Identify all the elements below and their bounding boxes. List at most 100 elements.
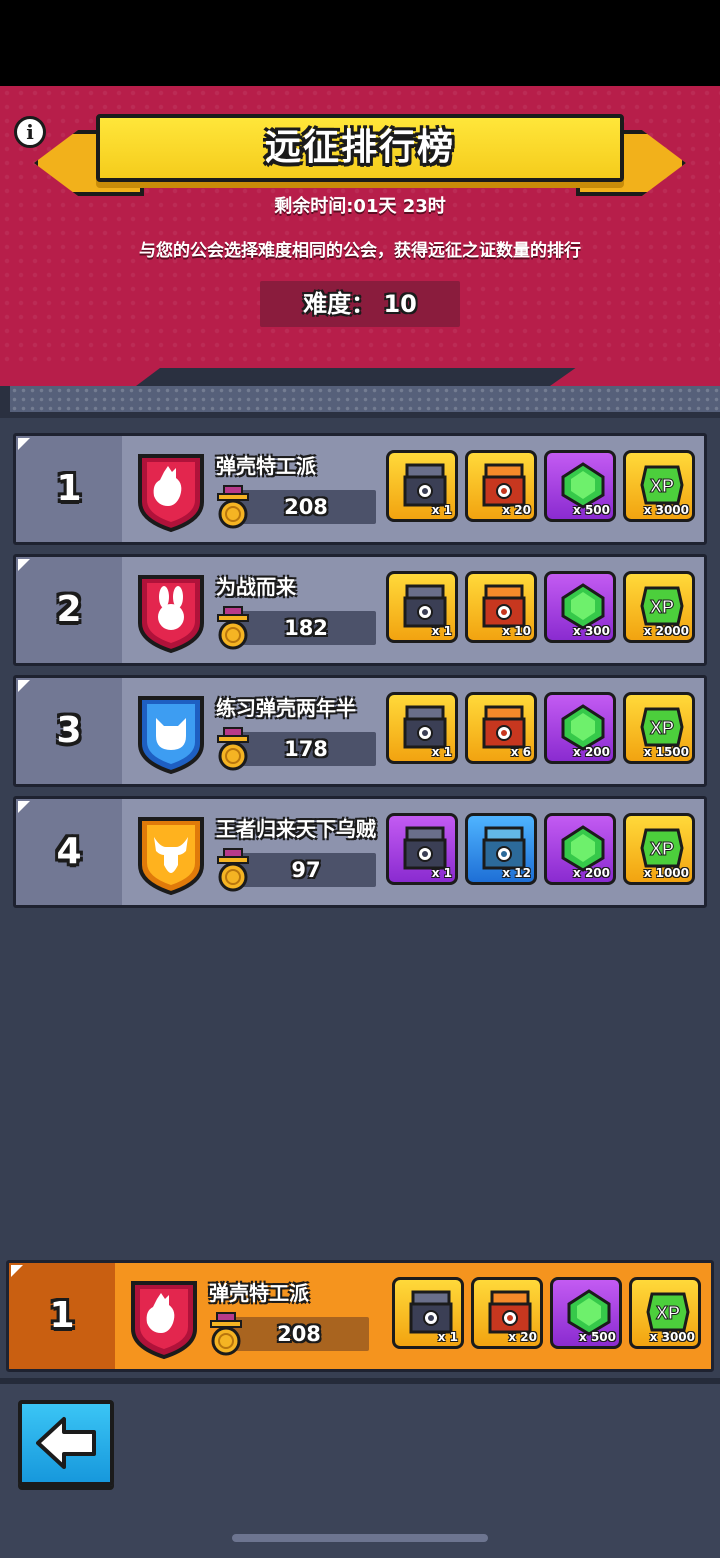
svg-text:XP: XP [656,1303,680,1323]
rank-number: 1 [49,1295,75,1336]
reward-silver-chest[interactable]: x 1 [386,692,458,764]
bull-badge-icon [134,813,208,896]
rank-number: 1 [56,468,82,509]
reward-quantity: x 1 [431,503,452,517]
rabbit-badge-icon [134,571,208,654]
reward-gem[interactable]: x 300 [544,571,616,643]
reward-silver-chest[interactable]: x 1 [386,571,458,643]
score-value: 97 [291,858,321,882]
score-bar: 178 [236,732,376,766]
difficulty-box: 难度： 10 [260,281,460,327]
guild-name: 弹壳特工派 [216,454,316,478]
reward-quantity: x 1 [431,624,452,638]
reward-gold-chest[interactable]: x 6 [465,692,537,764]
back-arrow-icon [36,1417,96,1469]
reward-quantity: x 20 [508,1330,537,1344]
reward-xp[interactable]: XP x 3000 [623,450,695,522]
reward-silver-chest[interactable]: x 1 [392,1277,464,1349]
reward-gem[interactable]: x 200 [544,813,616,885]
reward-quantity: x 1 [431,745,452,759]
reward-silver-chest[interactable]: x 1 [386,813,458,885]
info-icon[interactable]: i [14,116,46,148]
back-button[interactable] [18,1400,114,1486]
medal-icon [216,847,250,893]
reward-quantity: x 3000 [643,503,689,517]
reward-quantity: x 200 [573,866,610,880]
medal-icon [216,605,250,651]
ranking-row[interactable]: 3 练习弹壳两年半 178 x 1 x 6 x 200 XP x 1500 [13,675,707,787]
rank-number: 3 [56,710,82,751]
cat-badge-icon [134,692,208,775]
main-cell: 弹壳特工派 208 x 1 x 20 x 500 XP x 3000 [115,1263,711,1369]
reward-gem[interactable]: x 200 [544,692,616,764]
score-value: 182 [284,616,328,640]
medal-icon [216,484,250,530]
guild-name: 弹壳特工派 [209,1281,309,1305]
rank-cell: 4 [16,799,122,905]
reward-xp[interactable]: XP x 2000 [623,571,695,643]
header-tab-right [550,368,720,386]
reward-quantity: x 2000 [643,624,689,638]
ranking-row[interactable]: 2 为战而来 182 x 1 x 10 x 300 XP x 2000 [13,554,707,666]
reward-quantity: x 500 [573,503,610,517]
score-value: 208 [277,1322,321,1346]
reward-quantity: x 300 [573,624,610,638]
main-cell: 弹壳特工派 208 x 1 x 20 x 500 XP x 3000 [122,436,704,542]
rank-cell: 1 [16,436,122,542]
reward-xp[interactable]: XP x 3000 [629,1277,701,1349]
rank-number: 4 [56,831,82,872]
chicken-badge-icon [134,450,208,533]
main-cell: 练习弹壳两年半 178 x 1 x 6 x 200 XP x 1500 [122,678,704,784]
reward-blue-chest[interactable]: x 12 [465,813,537,885]
medal-icon [216,726,250,772]
score-bar: 208 [229,1317,369,1351]
reward-gold-chest[interactable]: x 20 [471,1277,543,1349]
page-title: 远征排行榜 [264,127,455,168]
main-cell: 为战而来 182 x 1 x 10 x 300 XP x 2000 [122,557,704,663]
ranking-row[interactable]: 1 弹壳特工派 208 x 1 x 20 x 500 XP x 3000 [13,433,707,545]
home-indicator [232,1534,488,1542]
remaining-time: 剩余时间:01天 23时 [274,196,446,217]
main-cell: 王者归来天下乌贼 97 x 1 x 12 x 200 XP x 1000 [122,799,704,905]
reward-quantity: x 10 [502,624,531,638]
reward-gem[interactable]: x 500 [550,1277,622,1349]
reward-quantity: x 12 [502,866,531,880]
ranking-row[interactable]: 4 王者归来天下乌贼 97 x 1 x 12 x 200 XP x 1000 [13,796,707,908]
score-value: 178 [284,737,328,761]
guild-name: 王者归来天下乌贼 [216,817,376,841]
guild-name: 练习弹壳两年半 [216,696,356,720]
chicken-badge-icon [127,1277,201,1360]
svg-text:XP: XP [650,597,674,617]
rank-cell: 3 [16,678,122,784]
header-tab-left [0,368,160,386]
reward-xp[interactable]: XP x 1000 [623,813,695,885]
score-bar: 182 [236,611,376,645]
svg-text:XP: XP [650,718,674,738]
svg-text:XP: XP [650,839,674,859]
score-bar: 97 [236,853,376,887]
reward-quantity: x 1000 [643,866,689,880]
svg-text:XP: XP [650,476,674,496]
guild-name: 为战而来 [216,575,296,599]
title-banner: 远征排行榜 [96,114,624,182]
reward-silver-chest[interactable]: x 1 [386,450,458,522]
reward-quantity: x 1 [431,866,452,880]
reward-xp[interactable]: XP x 1500 [623,692,695,764]
reward-quantity: x 20 [502,503,531,517]
reward-quantity: x 500 [579,1330,616,1344]
status-bar [0,0,720,86]
ranking-description: 与您的公会选择难度相同的公会，获得远征之证数量的排行 [139,241,581,261]
difficulty-label: 难度： 10 [303,290,417,318]
reward-quantity: x 1500 [643,745,689,759]
rank-number: 2 [56,589,82,630]
my-guild-row[interactable]: 1 弹壳特工派 208 x 1 x 20 x 500 XP x 3000 [6,1260,714,1372]
rank-cell: 1 [9,1263,115,1369]
score-value: 208 [284,495,328,519]
reward-quantity: x 3000 [649,1330,695,1344]
reward-gem[interactable]: x 500 [544,450,616,522]
reward-quantity: x 200 [573,745,610,759]
reward-gold-chest[interactable]: x 20 [465,450,537,522]
medal-icon [209,1311,243,1357]
score-bar: 208 [236,490,376,524]
reward-gold-chest[interactable]: x 10 [465,571,537,643]
